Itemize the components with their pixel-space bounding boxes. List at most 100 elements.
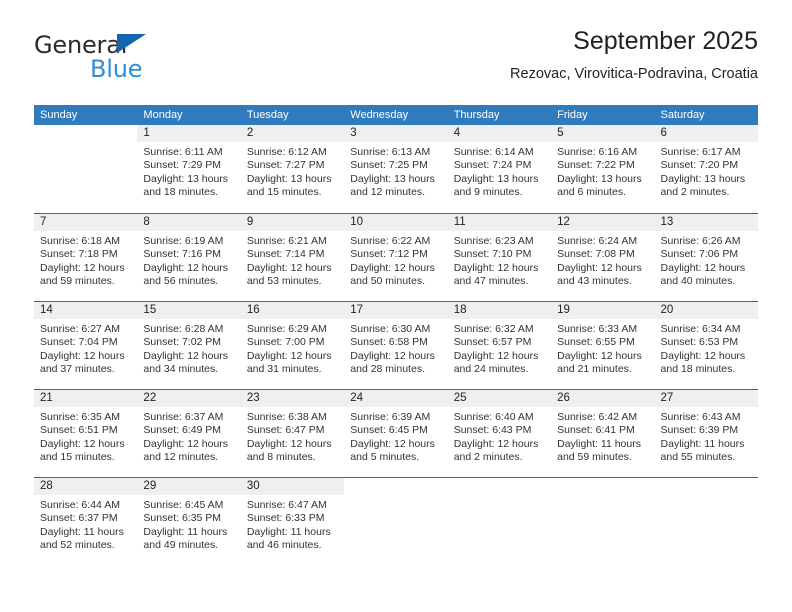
day-detail-line: and 46 minutes. — [246, 539, 322, 552]
calendar-week-row: 1 Sunrise: 6:11 AM Sunset: 7:29 PM Daylight… — [34, 125, 758, 213]
day-detail-line: and 5 minutes. — [350, 451, 420, 464]
calendar-day-cell[interactable]: 15 Sunrise: 6:28 AM Sunset: 7:02 PM Dayligh… — [137, 302, 241, 389]
day-details: Sunrise: 6:43 AM Sunset: 6:39 PM Daylight:… — [655, 407, 758, 465]
day-detail-line: and 21 minutes. — [557, 363, 632, 376]
day-detail-line: Sunset: 7:16 PM — [143, 248, 222, 261]
day-detail-line: Daylight: 12 hours — [143, 437, 229, 450]
day-detail-line: Sunset: 6:39 PM — [660, 424, 739, 437]
day-number: 24 — [350, 392, 364, 404]
calendar-day-cell[interactable]: 11 Sunrise: 6:23 AM Sunset: 7:10 PM Dayligh… — [447, 214, 552, 301]
calendar-day-cell[interactable]: 12 Sunrise: 6:24 AM Sunset: 7:08 PM Dayligh… — [551, 214, 655, 301]
calendar-day-cell[interactable]: 26 Sunrise: 6:42 AM Sunset: 6:41 PM Dayligh… — [551, 390, 655, 477]
day-detail-line: Daylight: 12 hours — [246, 437, 332, 450]
calendar-day-cell[interactable]: 29 Sunrise: 6:45 AM Sunset: 6:35 PM Dayligh… — [137, 478, 241, 565]
day-detail-line: and 40 minutes. — [660, 275, 736, 288]
calendar-day-cell[interactable]: 17 Sunrise: 6:30 AM Sunset: 6:58 PM Dayligh… — [344, 302, 448, 389]
page-subtitle: Rezovac, Virovitica-Podravina, Croatia — [510, 66, 758, 82]
calendar-day-cell[interactable]: 13 Sunrise: 6:26 AM Sunset: 7:06 PM Dayligh… — [654, 214, 758, 301]
calendar-day-cell[interactable]: 14 Sunrise: 6:27 AM Sunset: 7:04 PM Dayligh… — [34, 302, 138, 389]
calendar-day-cell[interactable]: 22 Sunrise: 6:37 AM Sunset: 6:49 PM Dayligh… — [137, 390, 241, 477]
day-detail-line: Daylight: 11 hours — [143, 525, 228, 538]
day-detail-line: Daylight: 13 hours — [246, 172, 332, 185]
calendar-day-cell[interactable]: 18 Sunrise: 6:32 AM Sunset: 6:57 PM Dayligh… — [447, 302, 552, 389]
calendar-day-cell[interactable]: 25 Sunrise: 6:40 AM Sunset: 6:43 PM Dayligh… — [447, 390, 552, 477]
day-detail-line: Sunset: 7:27 PM — [246, 159, 325, 172]
day-detail-line: Sunset: 7:02 PM — [143, 336, 222, 349]
day-details: Sunrise: 6:35 AM Sunset: 6:51 PM Daylight:… — [34, 407, 137, 465]
day-number-band — [447, 478, 552, 495]
calendar-page: General Blue September 2025 Rezovac, Vir… — [0, 0, 792, 612]
calendar-day-cell[interactable]: 9 Sunrise: 6:21 AM Sunset: 7:14 PM Daylight… — [240, 214, 345, 301]
calendar-day-cell[interactable]: 7 Sunrise: 6:18 AM Sunset: 7:18 PM Daylight… — [34, 214, 138, 301]
calendar-day-cell[interactable]: 10 Sunrise: 6:22 AM Sunset: 7:12 PM Dayligh… — [344, 214, 448, 301]
day-detail-line: Daylight: 12 hours — [350, 261, 435, 274]
day-number: 3 — [350, 127, 357, 139]
title-block: September 2025 Rezovac, Virovitica-Podra… — [510, 26, 758, 84]
weekday-header-saturday: Saturday — [660, 109, 705, 121]
day-number-band: 14 — [34, 302, 138, 319]
calendar-day-cell[interactable]: 16 Sunrise: 6:29 AM Sunset: 7:00 PM Dayligh… — [240, 302, 345, 389]
day-detail-line: Sunrise: 6:18 AM — [40, 235, 120, 247]
day-detail-line: Sunrise: 6:14 AM — [453, 146, 534, 158]
calendar-day-cell-empty — [447, 478, 552, 565]
day-detail-line: Sunset: 7:04 PM — [40, 336, 118, 349]
day-number: 8 — [143, 216, 150, 228]
calendar-day-cell[interactable]: 5 Sunrise: 6:16 AM Sunset: 7:22 PM Daylight… — [551, 125, 655, 213]
calendar-day-cell[interactable]: 6 Sunrise: 6:17 AM Sunset: 7:20 PM Daylight… — [654, 125, 758, 213]
day-number-band — [344, 478, 448, 495]
day-detail-line: Daylight: 13 hours — [557, 172, 642, 185]
day-detail-line: Sunrise: 6:42 AM — [557, 411, 638, 423]
calendar-day-cell[interactable]: 28 Sunrise: 6:44 AM Sunset: 6:37 PM Dayligh… — [34, 478, 138, 565]
calendar-day-cell[interactable]: 8 Sunrise: 6:19 AM Sunset: 7:16 PM Daylight… — [137, 214, 241, 301]
day-detail-line: Sunrise: 6:28 AM — [143, 323, 224, 335]
calendar-day-cell[interactable]: 30 Sunrise: 6:47 AM Sunset: 6:33 PM Dayligh… — [240, 478, 345, 565]
calendar-day-cell[interactable]: 23 Sunrise: 6:38 AM Sunset: 6:47 PM Dayligh… — [240, 390, 345, 477]
day-details: Sunrise: 6:12 AM Sunset: 7:27 PM Daylight:… — [241, 142, 344, 200]
calendar-day-cell[interactable]: 24 Sunrise: 6:39 AM Sunset: 6:45 PM Dayligh… — [344, 390, 448, 477]
day-details: Sunrise: 6:13 AM Sunset: 7:25 PM Daylight:… — [344, 142, 447, 200]
day-detail-line: and 53 minutes. — [246, 275, 322, 288]
day-detail-line: and 43 minutes. — [557, 275, 632, 288]
day-detail-line: Sunset: 7:25 PM — [350, 159, 428, 172]
day-details — [34, 142, 137, 146]
day-detail-line: Sunrise: 6:30 AM — [350, 323, 431, 335]
day-detail-line: and 47 minutes. — [453, 275, 529, 288]
calendar-day-cell[interactable]: 19 Sunrise: 6:33 AM Sunset: 6:55 PM Dayligh… — [551, 302, 655, 389]
day-detail-line: Daylight: 12 hours — [246, 349, 332, 362]
day-detail-line: and 2 minutes. — [660, 186, 730, 199]
calendar-day-cell[interactable]: 4 Sunrise: 6:14 AM Sunset: 7:24 PM Daylight… — [447, 125, 552, 213]
day-detail-line: Daylight: 13 hours — [350, 172, 435, 185]
day-detail-line: Sunset: 6:47 PM — [246, 424, 325, 437]
calendar-day-cell[interactable]: 21 Sunrise: 6:35 AM Sunset: 6:51 PM Dayligh… — [34, 390, 138, 477]
day-detail-line: Sunrise: 6:24 AM — [557, 235, 638, 247]
day-number-band: 9 — [240, 214, 345, 231]
day-detail-line: Daylight: 12 hours — [453, 261, 539, 274]
day-number: 23 — [246, 392, 260, 404]
day-details: Sunrise: 6:18 AM Sunset: 7:18 PM Daylight:… — [34, 231, 137, 289]
weekday-header-wednesday: Wednesday — [350, 109, 409, 121]
day-detail-line: Daylight: 12 hours — [143, 261, 229, 274]
day-number-band: 1 — [137, 125, 241, 142]
day-number: 18 — [453, 304, 467, 316]
day-detail-line: Daylight: 12 hours — [557, 349, 642, 362]
day-detail-line: Sunset: 7:08 PM — [557, 248, 635, 261]
day-number-band: 27 — [654, 390, 758, 407]
day-number: 6 — [660, 127, 667, 139]
day-detail-line: Sunset: 7:22 PM — [557, 159, 635, 172]
day-details: Sunrise: 6:23 AM Sunset: 7:10 PM Daylight:… — [448, 231, 551, 289]
day-details: Sunrise: 6:11 AM Sunset: 7:29 PM Daylight:… — [137, 142, 240, 200]
calendar-day-cell[interactable]: 2 Sunrise: 6:12 AM Sunset: 7:27 PM Daylight… — [240, 125, 345, 213]
day-number: 28 — [40, 480, 53, 492]
calendar-day-cell[interactable]: 27 Sunrise: 6:43 AM Sunset: 6:39 PM Dayligh… — [654, 390, 758, 477]
weekday-header-friday: Friday — [557, 109, 588, 121]
day-detail-line: Sunset: 6:53 PM — [660, 336, 739, 349]
day-detail-line: Daylight: 13 hours — [143, 172, 229, 185]
day-number-band: 18 — [447, 302, 552, 319]
day-detail-line: Sunset: 6:45 PM — [350, 424, 428, 437]
calendar-day-cell[interactable]: 3 Sunrise: 6:13 AM Sunset: 7:25 PM Daylight… — [344, 125, 448, 213]
day-number-band: 20 — [654, 302, 758, 319]
calendar-day-cell[interactable]: 1 Sunrise: 6:11 AM Sunset: 7:29 PM Daylight… — [137, 125, 241, 213]
day-detail-line: Sunrise: 6:12 AM — [246, 146, 327, 158]
day-detail-line: and 49 minutes. — [143, 539, 219, 552]
calendar-day-cell[interactable]: 20 Sunrise: 6:34 AM Sunset: 6:53 PM Dayligh… — [654, 302, 758, 389]
